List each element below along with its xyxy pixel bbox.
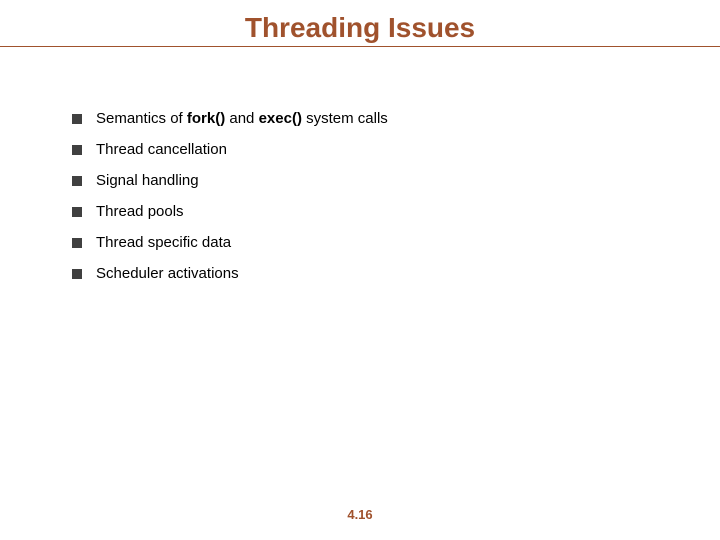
square-bullet-icon bbox=[72, 238, 82, 248]
list-item: Thread pools bbox=[72, 203, 662, 220]
list-item: Scheduler activations bbox=[72, 265, 662, 282]
square-bullet-icon bbox=[72, 145, 82, 155]
square-bullet-icon bbox=[72, 207, 82, 217]
square-bullet-icon bbox=[72, 176, 82, 186]
square-bullet-icon bbox=[72, 114, 82, 124]
list-item-text: Scheduler activations bbox=[96, 265, 239, 282]
list-item-text: Thread cancellation bbox=[96, 141, 227, 158]
text-fragment: system calls bbox=[302, 110, 388, 127]
list-item-text: Semantics of fork() and exec() system ca… bbox=[96, 110, 388, 127]
list-item: Thread specific data bbox=[72, 234, 662, 251]
list-item-text: Thread pools bbox=[96, 203, 184, 220]
list-item-text: Thread specific data bbox=[96, 234, 231, 251]
bullet-list: Semantics of fork() and exec() system ca… bbox=[72, 110, 662, 296]
text-bold-fragment: fork() bbox=[187, 110, 225, 127]
list-item: Semantics of fork() and exec() system ca… bbox=[72, 110, 662, 127]
list-item-text: Signal handling bbox=[96, 172, 199, 189]
slide-title-text: Threading Issues bbox=[245, 12, 475, 44]
square-bullet-icon bbox=[72, 269, 82, 279]
slide-title: Threading Issues bbox=[0, 12, 720, 47]
text-fragment: Semantics of bbox=[96, 110, 187, 127]
list-item: Signal handling bbox=[72, 172, 662, 189]
text-bold-fragment: exec() bbox=[259, 110, 302, 127]
slide: Threading Issues Semantics of fork() and… bbox=[0, 0, 720, 540]
text-fragment: and bbox=[225, 110, 258, 127]
list-item: Thread cancellation bbox=[72, 141, 662, 158]
page-number: 4.16 bbox=[0, 507, 720, 522]
